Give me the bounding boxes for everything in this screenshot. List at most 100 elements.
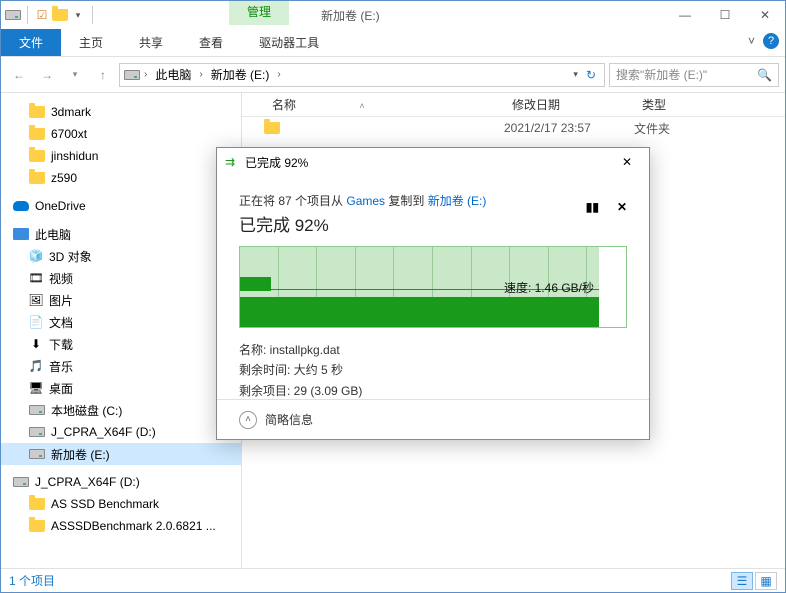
pause-button[interactable]: ▮▮ bbox=[586, 200, 599, 214]
picture-icon: 🖼 bbox=[29, 293, 43, 307]
minimize-button[interactable]: — bbox=[665, 1, 705, 29]
column-name[interactable]: 名称 ˄ bbox=[264, 96, 504, 113]
tree-onedrive[interactable]: OneDrive bbox=[1, 195, 241, 217]
folder-icon bbox=[29, 128, 45, 140]
help-icon[interactable]: ? bbox=[763, 33, 779, 49]
tree-external-drive[interactable]: J_CPRA_X64F (D:) bbox=[1, 471, 241, 493]
nav-up-button[interactable]: ↑ bbox=[91, 63, 115, 87]
address-bar: ← → ▾ ↑ › 此电脑 › 新加卷 (E:) › ▾ ↻ 搜索"新加卷 (E… bbox=[1, 57, 785, 93]
document-icon: 📄 bbox=[29, 315, 43, 329]
breadcrumb-drive-icon bbox=[124, 70, 140, 80]
tree-desktop[interactable]: 🖥桌面 bbox=[1, 377, 241, 399]
tab-file[interactable]: 文件 bbox=[1, 29, 61, 56]
folder-icon bbox=[29, 150, 45, 162]
progress-percent: 已完成 92% bbox=[239, 211, 627, 236]
tree-3d-objects[interactable]: 🧊3D 对象 bbox=[1, 245, 241, 267]
cube-icon: 🧊 bbox=[29, 249, 43, 263]
drive-icon bbox=[29, 449, 45, 459]
chevron-right-icon[interactable]: › bbox=[277, 69, 280, 80]
folder-icon bbox=[29, 498, 45, 510]
tree-downloads[interactable]: ⬇下载 bbox=[1, 333, 241, 355]
qat-newfolder-icon[interactable] bbox=[52, 7, 68, 23]
tree-pictures[interactable]: 🖼图片 bbox=[1, 289, 241, 311]
drive-icon bbox=[29, 427, 45, 437]
view-details-button[interactable]: ☰ bbox=[731, 572, 753, 590]
qat-dropdown-icon[interactable]: ▾ bbox=[70, 7, 86, 23]
ribbon-expand-icon[interactable]: ˅ bbox=[748, 34, 755, 48]
contextual-tab-manage[interactable]: 管理 bbox=[229, 1, 289, 25]
item-count: 1 个项目 bbox=[9, 572, 55, 589]
copy-description: 正在将 87 个项目从 Games 复制到 新加卷 (E:) bbox=[239, 192, 627, 209]
folder-icon bbox=[29, 106, 45, 118]
nav-back-button[interactable]: ← bbox=[7, 63, 31, 87]
drive-icon bbox=[29, 405, 45, 415]
folder-icon bbox=[29, 520, 45, 532]
close-button[interactable]: ✕ bbox=[745, 1, 785, 29]
status-bar: 1 个项目 ☰ ▦ bbox=[1, 568, 785, 592]
tree-this-pc[interactable]: 此电脑 bbox=[1, 223, 241, 245]
column-headers: 名称 ˄ 修改日期 类型 bbox=[242, 93, 785, 117]
copy-details: 名称: installpkg.dat 剩余时间: 大约 5 秒 剩余项目: 29… bbox=[239, 340, 627, 401]
tree-folder[interactable]: z590 bbox=[1, 167, 241, 189]
qat-properties-icon[interactable]: ☑ bbox=[34, 7, 50, 23]
app-icon bbox=[5, 7, 21, 23]
pc-icon bbox=[13, 228, 29, 240]
search-placeholder: 搜索"新加卷 (E:)" bbox=[616, 66, 707, 83]
dialog-close-button[interactable]: ✕ bbox=[609, 150, 645, 174]
dialog-title: 已完成 92% bbox=[245, 154, 308, 171]
tree-drive-d[interactable]: J_CPRA_X64F (D:) bbox=[1, 421, 241, 443]
tree-folder[interactable]: ASSSDBenchmark 2.0.6821 ... bbox=[1, 515, 241, 537]
tree-folder[interactable]: 6700xt bbox=[1, 123, 241, 145]
column-date[interactable]: 修改日期 bbox=[504, 96, 634, 113]
tree-documents[interactable]: 📄文档 bbox=[1, 311, 241, 333]
stop-button[interactable]: ✕ bbox=[617, 200, 627, 214]
sort-indicator-icon: ˄ bbox=[359, 101, 364, 111]
refresh-icon[interactable]: ↻ bbox=[586, 68, 596, 82]
speed-label: 速度: 1.46 GB/秒 bbox=[504, 279, 594, 296]
column-type[interactable]: 类型 bbox=[634, 96, 674, 113]
tab-view[interactable]: 查看 bbox=[181, 29, 241, 56]
tree-folder[interactable]: AS SSD Benchmark bbox=[1, 493, 241, 515]
tree-drive-e[interactable]: 新加卷 (E:) bbox=[1, 443, 241, 465]
tree-folder[interactable]: 3dmark bbox=[1, 101, 241, 123]
items-remaining: 29 (3.09 GB) bbox=[294, 384, 363, 398]
tab-home[interactable]: 主页 bbox=[61, 29, 121, 56]
copy-icon: ⇉ bbox=[225, 155, 239, 169]
view-icons-button[interactable]: ▦ bbox=[755, 572, 777, 590]
breadcrumb-root[interactable]: 此电脑 bbox=[151, 66, 195, 83]
tree-videos[interactable]: 🎞视频 bbox=[1, 267, 241, 289]
chevron-right-icon[interactable]: › bbox=[199, 69, 202, 80]
title-bar: ☑ ▾ 管理 新加卷 (E:) — ☐ ✕ bbox=[1, 1, 785, 29]
dialog-titlebar[interactable]: ⇉ 已完成 92% bbox=[217, 148, 649, 176]
ribbon-tabs: 文件 主页 共享 查看 驱动器工具 ˅ ? bbox=[1, 29, 785, 57]
speed-graph: 速度: 1.46 GB/秒 bbox=[239, 246, 627, 328]
window-title: 新加卷 (E:) bbox=[321, 7, 380, 24]
chevron-right-icon[interactable]: › bbox=[144, 69, 147, 80]
search-input[interactable]: 搜索"新加卷 (E:)" 🔍 bbox=[609, 63, 779, 87]
table-row[interactable]: 2021/2/17 23:57 文件夹 bbox=[242, 117, 785, 139]
tree-music[interactable]: 🎵音乐 bbox=[1, 355, 241, 377]
tree-folder[interactable]: jinshidun bbox=[1, 145, 241, 167]
search-icon[interactable]: 🔍 bbox=[757, 68, 772, 82]
breadcrumb-current[interactable]: 新加卷 (E:) bbox=[207, 66, 274, 83]
onedrive-icon bbox=[13, 201, 29, 211]
copy-progress-dialog: ⇉ 已完成 92% ✕ 正在将 87 个项目从 Games 复制到 新加卷 (E… bbox=[216, 147, 650, 440]
navigation-tree: 3dmark 6700xt jinshidun z590 OneDrive 此电… bbox=[1, 93, 241, 568]
download-icon: ⬇ bbox=[29, 337, 43, 351]
desktop-icon: 🖥 bbox=[29, 381, 43, 395]
tree-drive-c[interactable]: 本地磁盘 (C:) bbox=[1, 399, 241, 421]
tab-share[interactable]: 共享 bbox=[121, 29, 181, 56]
source-link[interactable]: Games bbox=[346, 194, 385, 208]
breadcrumb[interactable]: › 此电脑 › 新加卷 (E:) › ▾ ↻ bbox=[119, 63, 605, 87]
destination-link[interactable]: 新加卷 (E:) bbox=[428, 194, 487, 208]
nav-recent-dropdown[interactable]: ▾ bbox=[63, 63, 87, 87]
current-file-name: installpkg.dat bbox=[270, 343, 340, 357]
tab-drive-tools[interactable]: 驱动器工具 bbox=[241, 29, 337, 56]
brief-info-toggle[interactable]: 简略信息 bbox=[265, 411, 313, 428]
maximize-button[interactable]: ☐ bbox=[705, 1, 745, 29]
folder-icon bbox=[29, 172, 45, 184]
nav-forward-button[interactable]: → bbox=[35, 63, 59, 87]
music-icon: 🎵 bbox=[29, 359, 43, 373]
chevron-up-icon[interactable]: ˄ bbox=[239, 411, 257, 429]
address-dropdown-icon[interactable]: ▾ bbox=[573, 69, 578, 80]
